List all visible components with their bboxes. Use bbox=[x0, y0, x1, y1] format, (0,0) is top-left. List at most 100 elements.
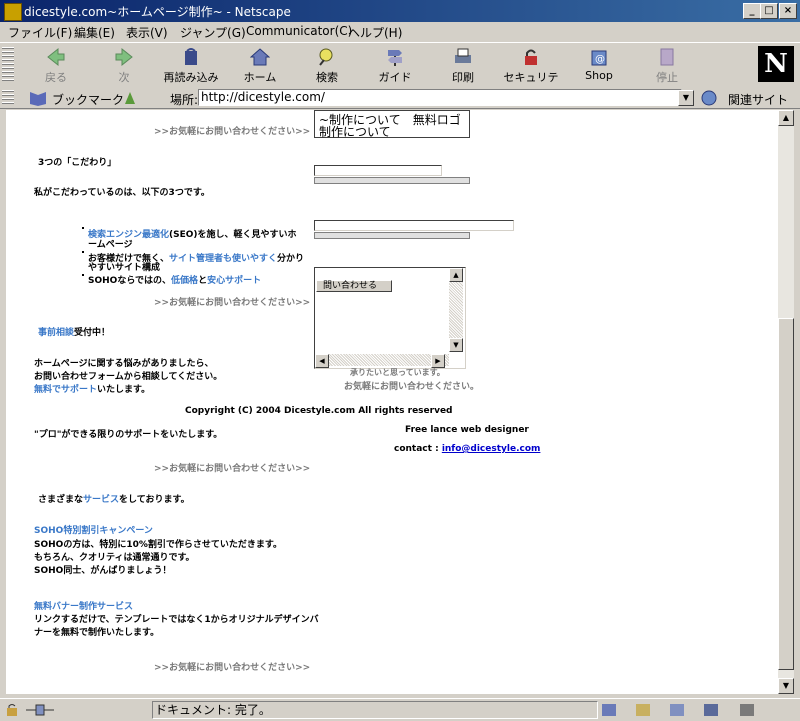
shop-button[interactable]: @ Shop bbox=[568, 43, 630, 87]
menu-view[interactable]: 表示(V) bbox=[126, 24, 168, 41]
toolbar-grip[interactable] bbox=[2, 47, 14, 83]
search-icon bbox=[319, 48, 333, 66]
related-sites-button[interactable]: 関連サイト bbox=[728, 91, 788, 108]
name-input[interactable] bbox=[314, 165, 442, 176]
related-sites-icon bbox=[701, 90, 717, 106]
location-grip[interactable] bbox=[2, 90, 14, 106]
page-viewport[interactable]: >>お気軽にお問い合わせください>> ~制作について 無料ロゴ 制作について 3… bbox=[6, 110, 778, 694]
behind-form-text2: お気軽にお問い合わせください。 bbox=[344, 382, 480, 392]
email-input-underline bbox=[314, 232, 470, 239]
print-button[interactable]: 印刷 bbox=[432, 43, 494, 87]
consult-line3: 無料でサポートいたします。 bbox=[34, 385, 151, 395]
services-heading: さまざまなサービスをしております。 bbox=[38, 495, 190, 505]
minimize-button[interactable]: _ bbox=[743, 3, 761, 19]
bullet-point bbox=[82, 251, 84, 253]
search-button[interactable]: 検索 bbox=[296, 43, 358, 87]
url-field[interactable]: http://dicestyle.com/ bbox=[198, 89, 682, 106]
netscape-app-icon[interactable] bbox=[4, 3, 22, 21]
point2-line2: やすいサイト構成 bbox=[88, 263, 161, 273]
textarea-scroll-left[interactable]: ◀ bbox=[315, 354, 329, 368]
free-consult-heading: 事前相談受付中！ bbox=[38, 328, 111, 338]
status-bar: ドキュメント: 完了。 bbox=[0, 698, 800, 721]
close-button[interactable]: × bbox=[779, 3, 797, 19]
bookmarks-button[interactable]: ブックマーク bbox=[52, 91, 124, 108]
textarea-scroll-down[interactable]: ▼ bbox=[449, 338, 463, 352]
connection-status-icon[interactable] bbox=[26, 703, 54, 717]
menu-help[interactable]: ヘルプ(H) bbox=[348, 24, 402, 41]
menu-go[interactable]: ジャンプ(G) bbox=[180, 24, 246, 41]
stop-button[interactable]: 停止 bbox=[636, 43, 698, 87]
component-bar-icons[interactable] bbox=[600, 702, 780, 718]
scroll-down-button[interactable]: ▼ bbox=[778, 678, 794, 694]
shop-icon: @ bbox=[591, 50, 607, 66]
soho-campaign-title[interactable]: SOHO特別割引キャンペーン bbox=[34, 523, 153, 536]
menu-edit[interactable]: 編集(E) bbox=[74, 24, 115, 41]
banner-service-title[interactable]: 無料バナー制作サービス bbox=[34, 599, 133, 612]
contact-link[interactable]: >>お気軽にお問い合わせください>> bbox=[154, 660, 310, 673]
menu-file[interactable]: ファイル(F) bbox=[8, 24, 72, 41]
navigation-toolbar: 戻る 次 再読み込み ホーム 検索 ガイド 印刷 セキュリティ @ Shop 停… bbox=[0, 42, 800, 100]
name-input-underline bbox=[314, 177, 470, 184]
contact-line: contact : info@dicestyle.com bbox=[394, 444, 541, 454]
page-vertical-scrollbar[interactable]: ▲ ▼ bbox=[778, 110, 794, 694]
pro-support-text: "プロ"ができる限りのサポートをいたします。 bbox=[34, 430, 223, 440]
textarea-scroll-up[interactable]: ▲ bbox=[449, 268, 463, 282]
forward-arrow-icon bbox=[115, 47, 133, 67]
svg-text:@: @ bbox=[595, 54, 605, 65]
location-bar: ブックマーク 場所: http://dicestyle.com/ ▼ 関連サイト bbox=[0, 88, 800, 109]
location-label: 場所: bbox=[170, 93, 199, 107]
behind-form-text1: 承りたいと思っています。 bbox=[350, 368, 445, 377]
overlay-menu-box: ~制作について 無料ロゴ 制作について bbox=[314, 110, 470, 140]
contact-link[interactable]: >>お気軽にお問い合わせください>> bbox=[154, 461, 310, 474]
reload-icon bbox=[185, 48, 197, 65]
menu-bar: ファイル(F) 編集(E) 表示(V) ジャンプ(G) Communicator… bbox=[0, 22, 800, 42]
guide-icon bbox=[388, 50, 402, 66]
consult-line1: ホームページに関する悩みがありましたら、 bbox=[34, 359, 214, 369]
soho-line1: SOHOの方は、特別に10%割引で作らさせていただきます。 bbox=[34, 540, 282, 550]
home-button[interactable]: ホーム bbox=[229, 43, 291, 87]
contact-link[interactable]: >>お気軽にお問い合わせください>> bbox=[154, 124, 310, 137]
netscape-logo[interactable]: N bbox=[758, 46, 794, 82]
menu-communicator[interactable]: Communicator(C) bbox=[246, 24, 352, 38]
heading-three-points: 3つの「こだわり」 bbox=[38, 158, 117, 168]
bullet-point bbox=[82, 227, 84, 229]
window-title: dicestyle.com~ホームページ制作~ - Netscape bbox=[24, 5, 291, 19]
bookmarks-icon bbox=[30, 92, 46, 106]
copyright-text: Copyright (C) 2004 Dicestyle.com All rig… bbox=[185, 406, 453, 416]
scroll-up-button[interactable]: ▲ bbox=[778, 110, 794, 126]
freelance-text: Free lance web designer bbox=[405, 425, 529, 435]
point1-line2: ームページ bbox=[88, 240, 133, 250]
soho-line2: もちろん、クオリティは通常通りです。 bbox=[34, 553, 195, 563]
soho-line3: SOHO同士、がんばりましょう！ bbox=[34, 566, 172, 576]
consult-line2: お問い合わせフォームから相談してください。 bbox=[34, 372, 223, 382]
contact-link[interactable]: >>お気軽にお問い合わせください>> bbox=[154, 295, 310, 308]
print-icon bbox=[455, 48, 471, 63]
point3-line: SOHOならではの、低価格と安心サポート bbox=[88, 276, 262, 286]
back-arrow-icon bbox=[47, 47, 65, 67]
scroll-thumb[interactable] bbox=[778, 318, 794, 670]
email-input[interactable] bbox=[314, 220, 514, 231]
title-bar[interactable]: dicestyle.com~ホームページ制作~ - Netscape _ □ × bbox=[0, 0, 800, 22]
security-status-icon[interactable] bbox=[4, 703, 20, 717]
submit-button[interactable]: 問い合わせる bbox=[316, 280, 392, 292]
stop-icon bbox=[660, 48, 674, 66]
maximize-button[interactable]: □ bbox=[760, 3, 778, 19]
forward-button[interactable]: 次 bbox=[93, 43, 155, 87]
overlay-line2[interactable]: 制作について bbox=[319, 123, 391, 140]
banner-line1: リンクするだけで、テンプレートではなく1からオリジナルデザインバ bbox=[34, 615, 319, 625]
security-button[interactable]: セキュリティ bbox=[500, 43, 562, 100]
textarea-scroll-right[interactable]: ▶ bbox=[431, 354, 445, 368]
reload-button[interactable]: 再読み込み bbox=[160, 43, 222, 87]
security-lock-icon bbox=[525, 49, 537, 65]
guide-button[interactable]: ガイド bbox=[364, 43, 426, 87]
back-button[interactable]: 戻る bbox=[25, 43, 87, 87]
home-icon bbox=[250, 48, 270, 66]
intro-text: 私がこだわっているのは、以下の3つです。 bbox=[34, 188, 210, 198]
bullet-point bbox=[82, 274, 84, 276]
banner-line2: ナーを無料で制作いたします。 bbox=[34, 628, 160, 638]
status-text: ドキュメント: 完了。 bbox=[152, 701, 598, 719]
contact-email-link[interactable]: info@dicestyle.com bbox=[442, 444, 541, 454]
page-proxy-icon[interactable] bbox=[122, 90, 138, 106]
textarea-hscroll[interactable] bbox=[315, 354, 449, 366]
url-dropdown-button[interactable]: ▼ bbox=[678, 90, 694, 106]
